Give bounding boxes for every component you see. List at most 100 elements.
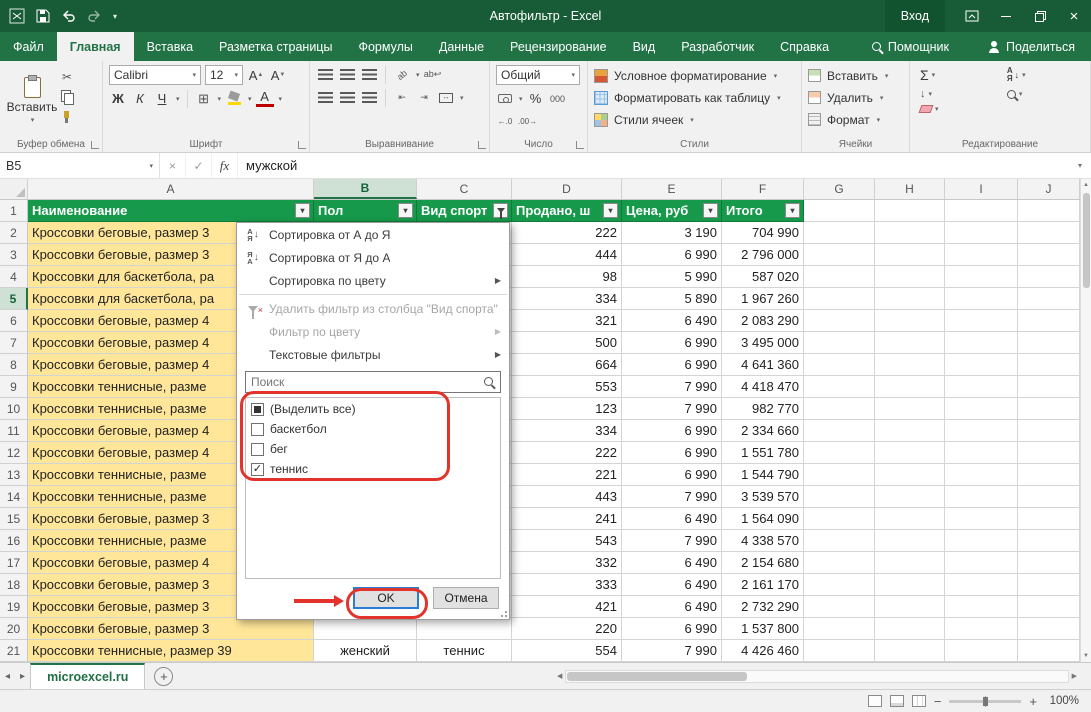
menu-filter-by-color[interactable]: Фильтр по цвету ▶	[237, 320, 509, 343]
grid-cell[interactable]	[1018, 310, 1080, 332]
borders-icon[interactable]: ⊞	[195, 89, 213, 108]
grid-cell[interactable]: 333	[512, 574, 622, 596]
row-header[interactable]: 7	[0, 332, 28, 354]
menu-text-filters[interactable]: Текстовые фильтры ▶	[237, 343, 509, 366]
grid-cell[interactable]	[945, 552, 1018, 574]
column-header-D[interactable]: D	[512, 179, 622, 199]
grid-cell[interactable]	[945, 310, 1018, 332]
grid-cell[interactable]	[875, 552, 945, 574]
grid-cell[interactable]: 221	[512, 464, 622, 486]
decrease-font-icon[interactable]: А▼	[269, 66, 287, 85]
grid-cell[interactable]: 6 490	[622, 574, 722, 596]
grid-cell[interactable]	[1018, 442, 1080, 464]
zoom-slider-thumb[interactable]	[983, 697, 988, 706]
grid-cell[interactable]	[1018, 464, 1080, 486]
ribbon-tab-Данные[interactable]: Данные	[426, 32, 497, 61]
grid-cell[interactable]: 6 490	[622, 552, 722, 574]
filter-checkbox-item-бег[interactable]: бег	[246, 439, 500, 459]
grid-cell[interactable]: 222	[512, 222, 622, 244]
grid-cell[interactable]: 554	[512, 640, 622, 662]
horizontal-scroll-thumb[interactable]	[567, 672, 747, 681]
grid-cell[interactable]: 6 990	[622, 244, 722, 266]
add-sheet-icon[interactable]: +	[154, 667, 173, 686]
grid-cell[interactable]	[804, 332, 875, 354]
cut-icon[interactable]: ✂	[58, 69, 76, 85]
grid-cell[interactable]	[804, 376, 875, 398]
grid-cell[interactable]: 6 490	[622, 310, 722, 332]
grid-cell[interactable]	[945, 618, 1018, 640]
column-header-C[interactable]: C	[417, 179, 512, 199]
ribbon-display-options-icon[interactable]	[955, 0, 989, 32]
grid-cell[interactable]	[1018, 574, 1080, 596]
grid-cell[interactable]	[945, 332, 1018, 354]
grid-cell[interactable]	[804, 552, 875, 574]
grid-cell[interactable]	[1018, 244, 1080, 266]
customize-qat-icon[interactable]: ▾	[113, 12, 117, 21]
save-icon[interactable]	[36, 9, 50, 23]
grid-cell[interactable]	[1018, 640, 1080, 662]
menu-sort-az[interactable]: АЯ↓ Сортировка от А до Я	[237, 223, 509, 246]
table-header-cell[interactable]: Цена, руб▾	[622, 200, 722, 222]
grid-cell[interactable]: 553	[512, 376, 622, 398]
grid-cell[interactable]	[1018, 596, 1080, 618]
grid-cell[interactable]	[875, 508, 945, 530]
ribbon-tab-Файл[interactable]: Файл	[0, 32, 57, 61]
grid-cell[interactable]: 1 544 790	[722, 464, 804, 486]
grid-cell[interactable]: 1 537 800	[722, 618, 804, 640]
grid-cell[interactable]	[1018, 420, 1080, 442]
grid-cell[interactable]: 6 990	[622, 442, 722, 464]
grid-cell[interactable]: 4 418 470	[722, 376, 804, 398]
row-header[interactable]: 11	[0, 420, 28, 442]
column-header-A[interactable]: A	[28, 179, 314, 199]
dialog-launcher-alignment[interactable]	[478, 141, 486, 149]
grid-cell[interactable]	[875, 354, 945, 376]
sign-in-button[interactable]: Вход	[885, 0, 945, 32]
row-header[interactable]: 12	[0, 442, 28, 464]
column-header-G[interactable]: G	[804, 179, 875, 199]
formula-input[interactable]: мужской	[238, 153, 1069, 178]
excel-app-icon[interactable]	[9, 8, 25, 24]
grid-cell[interactable]	[945, 244, 1018, 266]
grid-cell[interactable]	[945, 574, 1018, 596]
grid-cell[interactable]: 7 990	[622, 530, 722, 552]
grid-cell[interactable]: 3 539 570	[722, 486, 804, 508]
name-box[interactable]: B5▾	[0, 153, 160, 178]
grid-cell[interactable]: 7 990	[622, 486, 722, 508]
filter-dropdown-icon[interactable]: ▾	[785, 203, 800, 218]
grid-cell[interactable]	[804, 442, 875, 464]
select-all-corner[interactable]	[0, 179, 28, 199]
column-header-F[interactable]: F	[722, 179, 804, 199]
font-family-select[interactable]: Calibri▾	[109, 65, 201, 85]
grid-cell[interactable]	[875, 244, 945, 266]
grid-cell[interactable]: 7 990	[622, 398, 722, 420]
grid-cell[interactable]	[1018, 332, 1080, 354]
row-header[interactable]: 6	[0, 310, 28, 332]
grid-cell[interactable]	[945, 596, 1018, 618]
grid-cell[interactable]	[875, 420, 945, 442]
format-painter-icon[interactable]	[58, 109, 76, 125]
grid-cell[interactable]	[945, 530, 1018, 552]
dialog-launcher-clipboard[interactable]	[91, 141, 99, 149]
cancel-entry-icon[interactable]: ×	[160, 153, 186, 178]
page-break-view-icon[interactable]	[912, 695, 926, 707]
grid-cell[interactable]: 2 083 290	[722, 310, 804, 332]
grid-cell[interactable]: 587 020	[722, 266, 804, 288]
normal-view-icon[interactable]	[868, 695, 882, 707]
grid-cell[interactable]: 1 564 090	[722, 508, 804, 530]
orientation-icon[interactable]: ab	[393, 65, 411, 84]
grid-cell[interactable]	[945, 640, 1018, 662]
percent-style-icon[interactable]: %	[527, 89, 545, 108]
insert-cells-button[interactable]: Вставить▾	[808, 65, 903, 86]
grid-cell[interactable]: 4 641 360	[722, 354, 804, 376]
grid-cell[interactable]	[804, 530, 875, 552]
grid-cell[interactable]: Кроссовки беговые, размер 3	[28, 618, 314, 640]
grid-cell[interactable]: 664	[512, 354, 622, 376]
grid-cell[interactable]: 2 796 000	[722, 244, 804, 266]
grid-cell[interactable]: 543	[512, 530, 622, 552]
scroll-down-icon[interactable]: ▼	[1083, 650, 1089, 662]
grid-cell[interactable]: 6 990	[622, 420, 722, 442]
ribbon-tab-Вставка[interactable]: Вставка	[134, 32, 206, 61]
grid-cell[interactable]: 4 426 460	[722, 640, 804, 662]
grid-cell[interactable]	[945, 420, 1018, 442]
menu-clear-filter[interactable]: × Удалить фильтр из столбца "Вид спорта"	[237, 297, 509, 320]
